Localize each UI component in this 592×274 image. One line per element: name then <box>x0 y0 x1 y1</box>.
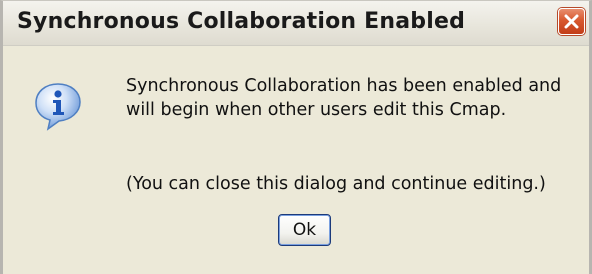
info-icon <box>35 83 81 131</box>
ok-button[interactable]: Ok <box>278 214 331 246</box>
close-icon <box>564 14 579 29</box>
dialog-window: Synchronous Collaboration Enabled Synchr… <box>0 0 592 274</box>
message-line-1: Synchronous Collaboration has been enabl… <box>126 76 562 96</box>
close-button[interactable] <box>558 8 585 35</box>
dialog-title: Synchronous Collaboration Enabled <box>17 9 466 34</box>
message-line-2: will begin when other users edit this Cm… <box>126 100 507 120</box>
dialog-note: (You can close this dialog and continue … <box>126 174 546 194</box>
title-bar[interactable]: Synchronous Collaboration Enabled <box>3 1 589 46</box>
